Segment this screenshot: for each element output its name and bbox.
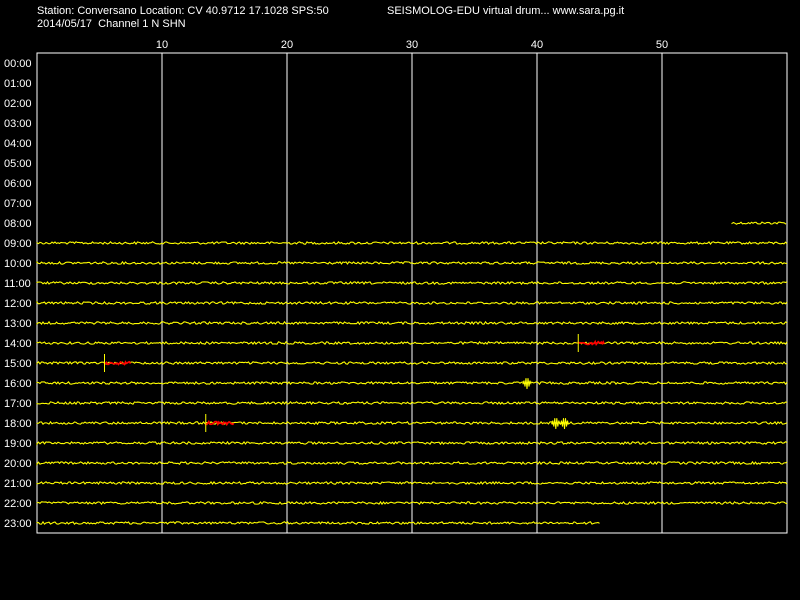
x-tick-label: 50	[656, 39, 668, 51]
hour-label: 13:00	[4, 318, 32, 330]
hour-label: 04:00	[4, 138, 32, 150]
hour-label: 12:00	[4, 298, 32, 310]
trace-spike	[522, 378, 532, 390]
hour-label: 19:00	[4, 438, 32, 450]
trace-spike	[551, 418, 561, 430]
hour-label: 02:00	[4, 98, 32, 110]
hour-label: 23:00	[4, 518, 32, 530]
hour-labels: 00:00 01:00 02:00 03:00 04:00 05:00 06:00 07:00…	[4, 58, 32, 530]
hour-label: 20:00	[4, 458, 32, 470]
hour-label: 10:00	[4, 258, 32, 270]
hour-label: 08:00	[4, 218, 32, 230]
hour-label: 22:00	[4, 498, 32, 510]
hour-label: 05:00	[4, 158, 32, 170]
hour-label: 01:00	[4, 78, 32, 90]
chart-grid	[36, 52, 788, 534]
hour-label: 15:00	[4, 358, 32, 370]
seismogram-chart: 10 20 30 40 50 00:00 01:00 02:00 03:00 04:00 05:0…	[4, 39, 788, 534]
hour-label: 07:00	[4, 198, 32, 210]
x-tick-label: 20	[281, 39, 293, 51]
hour-label: 21:00	[4, 478, 32, 490]
hour-label: 18:00	[4, 418, 32, 430]
hour-label: 03:00	[4, 118, 32, 130]
trace-23:00	[36, 520, 600, 526]
hour-label: 00:00	[4, 58, 32, 70]
hour-label: 16:00	[4, 378, 32, 390]
hour-label: 11:00	[4, 278, 31, 290]
x-tick-label: 30	[406, 39, 418, 51]
event-18:00	[205, 419, 235, 427]
trace-spike	[560, 418, 569, 430]
trace-08:00	[731, 221, 787, 225]
hour-label: 09:00	[4, 238, 32, 250]
x-tick-labels: 10 20 30 40 50	[156, 39, 668, 51]
x-tick-label: 10	[156, 39, 168, 51]
hour-label: 14:00	[4, 338, 32, 350]
hour-label: 17:00	[4, 398, 32, 410]
x-tick-label: 40	[531, 39, 543, 51]
hour-label: 06:00	[4, 178, 32, 190]
